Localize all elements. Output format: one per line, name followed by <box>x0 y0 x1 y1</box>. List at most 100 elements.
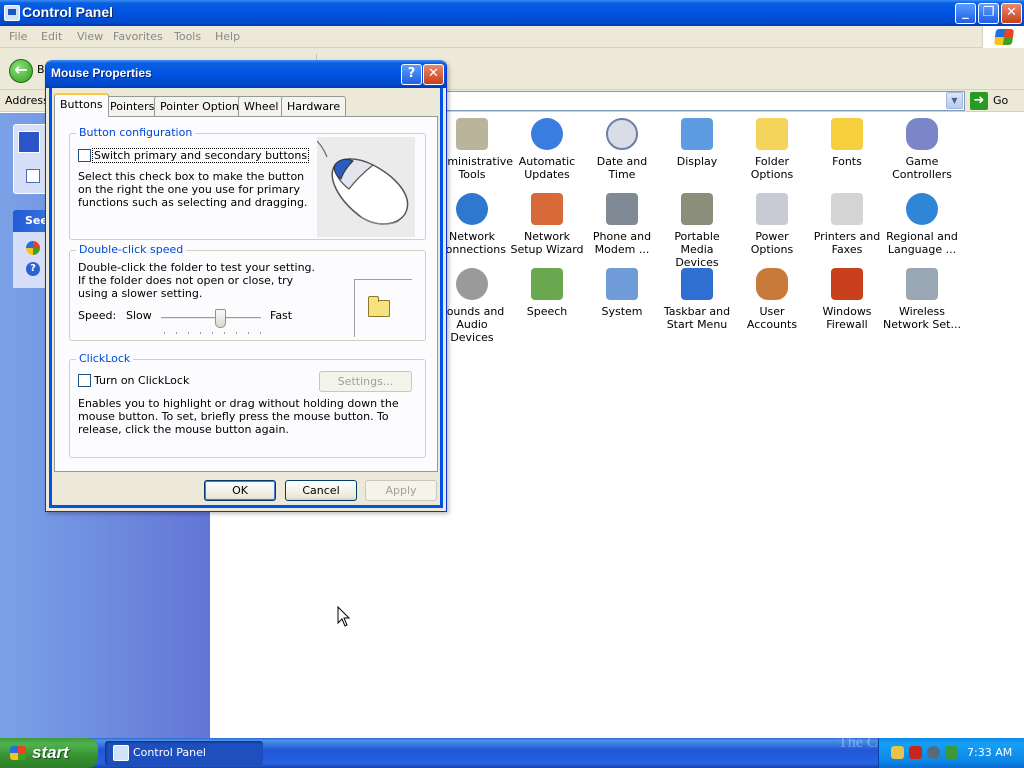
help-icon[interactable]: ? <box>26 262 40 276</box>
cp-item-power-options[interactable]: Power Options <box>733 193 811 256</box>
cp-item-label: Taskbar and Start Menu <box>663 305 731 331</box>
cp-item-phone-and-modem[interactable]: Phone and Modem ... <box>583 193 661 256</box>
users-icon <box>756 268 788 300</box>
cp-item-label: Network Setup Wizard <box>510 230 584 256</box>
windows-update-icon[interactable] <box>26 241 40 255</box>
tab-hardware[interactable]: Hardware <box>281 96 347 116</box>
windows-flag-icon <box>10 746 26 760</box>
firewall-icon <box>831 268 863 300</box>
folder-options-icon <box>756 118 788 150</box>
help-button[interactable]: ? <box>401 64 422 85</box>
control-panel-icon <box>4 5 20 21</box>
media-device-icon <box>681 193 713 225</box>
gamepad-icon <box>906 118 938 150</box>
cancel-button[interactable]: Cancel <box>285 480 357 501</box>
title-bar[interactable]: Control Panel _ ❐ ✕ <box>0 0 1024 26</box>
slider-ticks <box>164 332 262 334</box>
menu-help[interactable]: Help <box>215 30 240 43</box>
cp-item-automatic-updates[interactable]: Automatic Updates <box>508 118 586 181</box>
cp-item-taskbar-and-start-menu[interactable]: Taskbar and Start Menu <box>658 268 736 331</box>
menu-view[interactable]: View <box>77 30 103 43</box>
address-dropdown-icon[interactable]: ▼ <box>946 92 963 109</box>
tab-buttons[interactable]: Buttons <box>54 93 109 117</box>
switch-buttons-checkbox[interactable] <box>78 149 91 162</box>
tab-pointers[interactable]: Pointers <box>104 96 161 116</box>
ok-button[interactable]: OK <box>204 480 276 501</box>
mouse-icon <box>316 140 409 225</box>
restore-button[interactable]: ❐ <box>978 3 999 24</box>
cp-item-label: Phone and Modem ... <box>592 230 652 256</box>
tab-pointer-options[interactable]: Pointer Options <box>154 96 251 116</box>
clock-icon <box>606 118 638 150</box>
go-button[interactable]: Go <box>993 94 1008 107</box>
cp-item-label: Game Controllers <box>892 155 952 181</box>
cp-item-regional-and-language[interactable]: Regional and Language ... <box>883 193 961 256</box>
clicklock-checkbox[interactable] <box>78 374 91 387</box>
clicklock-settings-button[interactable]: Settings... <box>319 371 412 392</box>
back-button[interactable]: ← <box>9 59 33 83</box>
cp-item-label: Power Options <box>750 230 794 256</box>
tray-security-shield-icon[interactable] <box>909 746 922 759</box>
fonts-folder-icon <box>831 118 863 150</box>
folder-icon[interactable] <box>368 296 390 317</box>
mouse-properties-dialog: Mouse Properties ? ✕ Buttons Pointers Po… <box>45 60 447 512</box>
cp-item-label: Fonts <box>832 155 862 168</box>
cp-item-windows-firewall[interactable]: Windows Firewall <box>808 268 886 331</box>
menu-tools[interactable]: Tools <box>174 30 201 43</box>
close-button[interactable]: ✕ <box>1001 3 1022 24</box>
speech-icon <box>531 268 563 300</box>
taskbar-icon <box>681 268 713 300</box>
group-legend: Button configuration <box>76 126 196 139</box>
cp-item-wireless-network-setup[interactable]: Wireless Network Set... <box>883 268 961 331</box>
cp-item-system[interactable]: System <box>583 268 661 318</box>
menu-file[interactable]: File <box>9 30 27 43</box>
power-icon <box>756 193 788 225</box>
cp-item-label: Sounds and Audio Devices <box>439 305 505 344</box>
apply-button[interactable]: Apply <box>365 480 437 501</box>
double-click-speed-track[interactable] <box>161 317 261 320</box>
switch-view-icon[interactable] <box>26 169 40 183</box>
windows-logo-icon <box>982 26 1024 48</box>
dialog-close-button[interactable]: ✕ <box>423 64 444 85</box>
go-arrow-icon[interactable]: ➜ <box>970 92 988 110</box>
cp-item-label: Date and Time <box>596 155 648 181</box>
cp-item-label: Automatic Updates <box>518 155 576 181</box>
home-network-icon <box>531 193 563 225</box>
tray-volume-icon[interactable] <box>927 746 940 759</box>
cp-item-label: User Accounts <box>746 305 798 331</box>
cp-item-printers-and-faxes[interactable]: Printers and Faxes <box>808 193 886 256</box>
minimize-button[interactable]: _ <box>955 3 976 24</box>
group-legend: ClickLock <box>76 352 134 365</box>
switch-buttons-label[interactable]: Switch primary and secondary buttons <box>92 148 310 163</box>
tray-safely-remove-icon[interactable] <box>945 746 958 759</box>
taskbar-item-label: Control Panel <box>133 746 206 759</box>
cp-item-game-controllers[interactable]: Game Controllers <box>883 118 961 181</box>
test-folder-area[interactable] <box>354 279 412 337</box>
tab-wheel[interactable]: Wheel <box>238 96 285 116</box>
menu-bar: File Edit View Favorites Tools Help <box>0 26 1024 48</box>
cp-item-fonts[interactable]: Fonts <box>808 118 886 168</box>
mouse-illustration <box>316 137 415 237</box>
taskbar-item-control-panel[interactable]: Control Panel <box>105 741 263 765</box>
menu-edit[interactable]: Edit <box>41 30 62 43</box>
control-panel-task-icon <box>18 131 40 153</box>
address-input[interactable] <box>445 91 965 111</box>
cp-item-label: Printers and Faxes <box>813 230 881 256</box>
double-click-speed-slider[interactable] <box>215 309 226 328</box>
cp-item-portable-media-devices[interactable]: Portable Media Devices <box>658 193 736 269</box>
network-globe-icon <box>456 193 488 225</box>
cp-item-display[interactable]: Display <box>658 118 736 168</box>
dialog-title-bar[interactable]: Mouse Properties <box>46 60 446 88</box>
cp-item-date-and-time[interactable]: Date and Time <box>583 118 661 181</box>
slow-label: Slow <box>126 309 152 322</box>
cp-item-speech[interactable]: Speech <box>508 268 586 318</box>
cp-item-folder-options[interactable]: Folder Options <box>733 118 811 181</box>
start-button[interactable]: start <box>0 738 98 768</box>
watermark-text: The C <box>838 734 878 751</box>
menu-favorites[interactable]: Favorites <box>113 30 163 43</box>
clicklock-label[interactable]: Turn on ClickLock <box>94 374 189 387</box>
clock[interactable]: 7:33 AM <box>967 746 1012 759</box>
cp-item-user-accounts[interactable]: User Accounts <box>733 268 811 331</box>
cp-item-network-setup-wizard[interactable]: Network Setup Wizard <box>508 193 586 256</box>
tray-network-icon[interactable] <box>891 746 904 759</box>
